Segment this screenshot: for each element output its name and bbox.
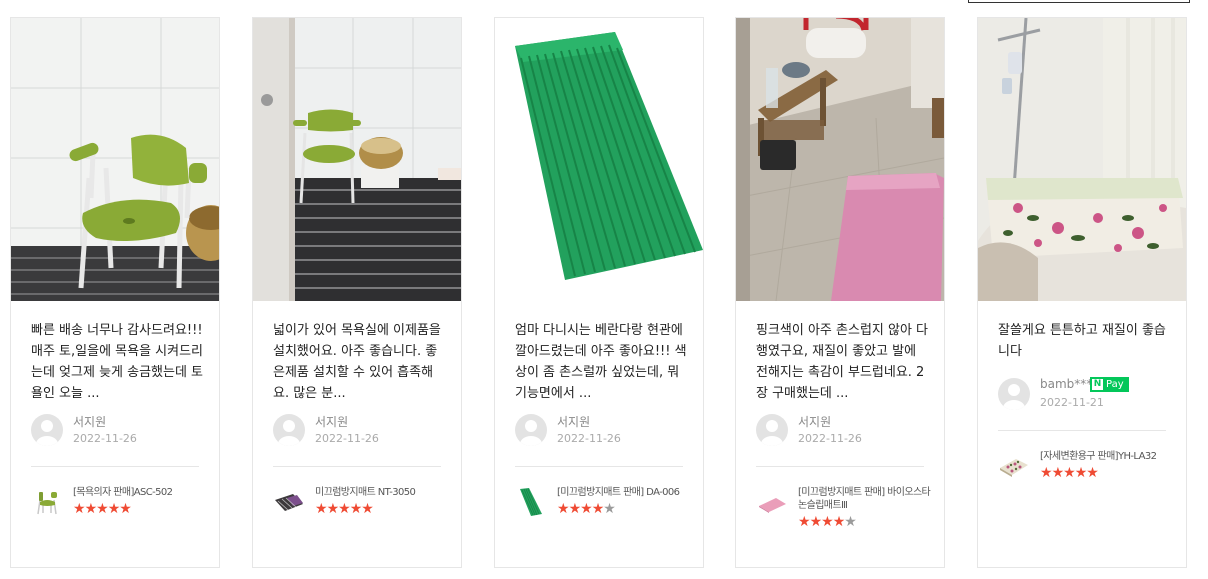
top-dropdown-box[interactable]: [968, 0, 1190, 3]
star-icon: ★: [821, 514, 834, 530]
star-icon: ★: [1051, 465, 1065, 481]
default-user-avatar-icon: [756, 414, 788, 446]
npay-label: Pay: [1106, 379, 1124, 390]
review-photo[interactable]: [253, 18, 461, 301]
star-rating: ★★★★★: [798, 514, 857, 530]
product-name: 미끄럼방지매트 NT-3050: [315, 487, 416, 498]
reviewer-info: 서지원 2022-11-26: [515, 414, 695, 448]
star-icon: ★: [557, 501, 570, 517]
star-icon: ★: [326, 501, 340, 517]
product-link[interactable]: [목욕의자 판매]ASC-502 ★★★★★: [31, 486, 217, 526]
reviewer-info: 서지원 2022-11-26: [273, 414, 453, 448]
star-rating: ★★★★★: [315, 501, 374, 517]
star-icon: ★: [84, 501, 98, 517]
divider: [756, 466, 924, 467]
star-icon: ★: [580, 501, 593, 517]
review-date: 2022-11-26: [73, 432, 137, 445]
product-name: [자세변환용구 판매]YH-LA32: [1040, 451, 1157, 462]
star-icon: ★: [1040, 465, 1053, 481]
divider: [998, 430, 1166, 431]
star-icon: ★: [1086, 465, 1099, 481]
review-card[interactable]: 핑크색이 아주 촌스럽지 않아 다행였구요, 재질이 좋았고 발에 전해지는 촉…: [735, 17, 945, 568]
review-date: 2022-11-21: [1040, 396, 1104, 409]
star-icon: ★: [73, 501, 86, 517]
review-text: 핑크색이 아주 촌스럽지 않아 다행였구요, 재질이 좋았고 발에 전해지는 촉…: [756, 323, 928, 401]
star-icon: ★: [591, 501, 605, 517]
review-card[interactable]: 넓이가 있어 목욕실에 이제품을 설치했어요. 아주 좋습니다. 좋은제품 설치…: [252, 17, 462, 568]
review-text: 넓이가 있어 목욕실에 이제품을 설치했어요. 아주 좋습니다. 좋은제품 설치…: [273, 323, 441, 401]
star-icon: ★: [119, 501, 132, 517]
product-thumbnail: [515, 486, 547, 518]
review-photo[interactable]: [736, 18, 944, 301]
reviewer-info: bamb**** N Pay 2022-11-21: [998, 377, 1178, 412]
star-icon: ★: [1074, 465, 1088, 481]
star-icon: ★: [844, 514, 857, 530]
naver-pay-badge: N Pay: [1090, 377, 1129, 392]
star-icon: ★: [809, 514, 823, 530]
review-photo[interactable]: [978, 18, 1186, 301]
star-icon: ★: [107, 501, 121, 517]
star-icon: ★: [349, 501, 363, 517]
divider: [515, 466, 683, 467]
product-name: [목욕의자 판매]ASC-502: [73, 487, 173, 498]
star-icon: ★: [96, 501, 109, 517]
product-thumbnail: [31, 486, 63, 518]
default-user-avatar-icon: [273, 414, 305, 446]
star-icon: ★: [832, 514, 846, 530]
product-thumbnail: [998, 450, 1030, 482]
default-user-avatar-icon: [31, 414, 63, 446]
reviewer-name: 서지원: [798, 415, 832, 429]
review-card[interactable]: 엄마 다니시는 베란다랑 현관에 깔아드렸는데 아주 좋아요!!! 색상이 좀 …: [494, 17, 704, 568]
star-icon: ★: [361, 501, 374, 517]
star-rating: ★★★★★: [73, 501, 132, 517]
product-link[interactable]: [자세변환용구 판매]YH-LA32 ★★★★★: [998, 450, 1184, 490]
review-text: 빠른 배송 너무나 감사드려요!!! 매주 토,일을에 목욕을 시켜드리는데 엊…: [31, 323, 203, 401]
product-link[interactable]: [미끄럼방지매트 판매] 바이오스타 논슬립매트Ⅲ ★★★★★: [756, 486, 942, 530]
divider: [273, 466, 441, 467]
review-date: 2022-11-26: [315, 432, 379, 445]
default-user-avatar-icon: [515, 414, 547, 446]
product-thumbnail: [756, 486, 788, 518]
star-rating: ★★★★★: [1040, 465, 1099, 481]
product-name: [미끄럼방지매트 판매] DA-006: [557, 487, 680, 498]
product-thumbnail: [273, 486, 305, 518]
star-icon: ★: [798, 514, 811, 530]
star-icon: ★: [315, 501, 328, 517]
reviewer-name: 서지원: [315, 415, 349, 429]
reviewer-info: 서지원 2022-11-26: [756, 414, 936, 448]
naver-n-icon: N: [1092, 379, 1103, 390]
reviewer-name: 서지원: [557, 415, 591, 429]
star-icon: ★: [338, 501, 351, 517]
review-text: 엄마 다니시는 베란다랑 현관에 깔아드렸는데 아주 좋아요!!! 색상이 좀 …: [515, 323, 687, 401]
review-card[interactable]: 빠른 배송 너무나 감사드려요!!! 매주 토,일을에 목욕을 시켜드리는데 엊…: [10, 17, 220, 568]
review-date: 2022-11-26: [798, 432, 862, 445]
product-link[interactable]: [미끄럼방지매트 판매] DA-006 ★★★★★: [515, 486, 701, 526]
product-link[interactable]: 미끄럼방지매트 NT-3050 ★★★★★: [273, 486, 459, 526]
reviewer-info: 서지원 2022-11-26: [31, 414, 211, 448]
star-icon: ★: [1063, 465, 1076, 481]
reviewer-name: 서지원: [73, 415, 107, 429]
star-icon: ★: [603, 501, 616, 517]
review-photo[interactable]: [495, 18, 703, 301]
review-photo[interactable]: [11, 18, 219, 301]
default-user-avatar-icon: [998, 378, 1030, 410]
star-icon: ★: [568, 501, 582, 517]
review-card[interactable]: 잘쓸게요 튼튼하고 재질이 좋습니다 bamb**** N Pay 2022-11…: [977, 17, 1187, 568]
star-rating: ★★★★★: [557, 501, 616, 517]
divider: [31, 466, 199, 467]
review-date: 2022-11-26: [557, 432, 621, 445]
product-name: [미끄럼방지매트 판매] 바이오스타 논슬립매트Ⅲ: [798, 487, 931, 511]
